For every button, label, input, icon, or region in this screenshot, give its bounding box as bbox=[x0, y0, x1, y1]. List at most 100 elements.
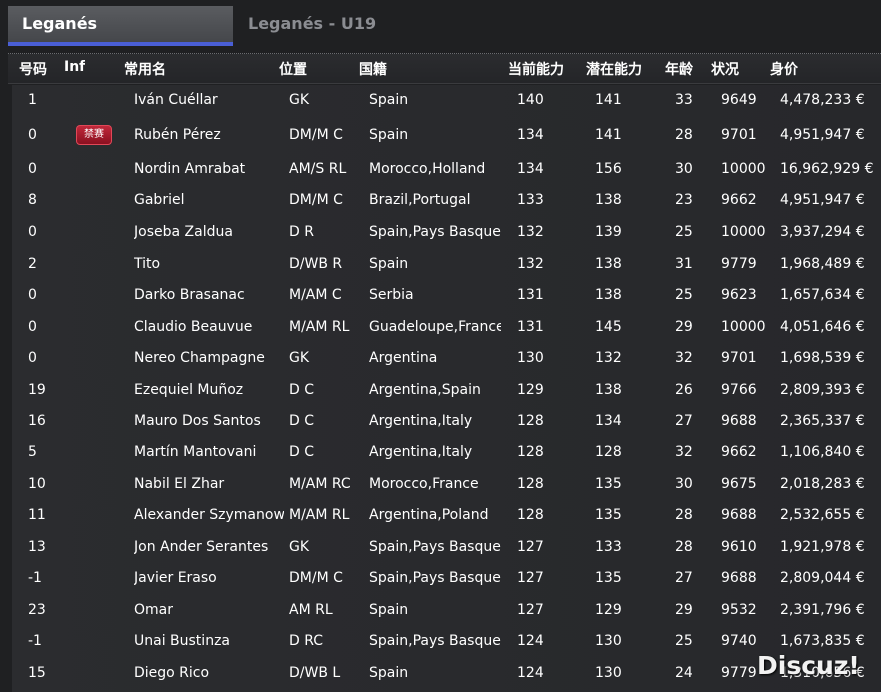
cell-nationality: Morocco,France bbox=[369, 476, 479, 492]
cell-name: Darko Brasanac bbox=[134, 287, 245, 303]
cell-potential-ability: 135 bbox=[595, 476, 622, 492]
table-row[interactable]: -1 Unai Bustinza D RC Spain,Pays Basque 124 1… bbox=[12, 626, 881, 657]
cell-condition: 9662 bbox=[721, 192, 757, 208]
table-row[interactable]: 15 Diego Rico D/WB L Spain 124 130 24 9779 1,310… bbox=[12, 658, 881, 689]
cell-number: 0 bbox=[28, 350, 37, 366]
cell-value: 4,951,947 € bbox=[780, 192, 865, 208]
cell-position: GK bbox=[289, 92, 310, 108]
cell-name: Claudio Beauvue bbox=[134, 319, 253, 335]
table-row[interactable]: 0 Darko Brasanac M/AM C Serbia 131 138 25 9623 1… bbox=[12, 280, 881, 311]
cell-value: 1,673,835 € bbox=[780, 633, 865, 649]
table-row[interactable]: 0 Rubén Pérez DM/M C Spain 134 141 28 9701 4,951… bbox=[12, 120, 881, 151]
cell-current-ability: 124 bbox=[517, 633, 544, 649]
cell-value: 3,937,294 € bbox=[780, 224, 865, 240]
table-row[interactable]: 0 Joseba Zaldua D R Spain,Pays Basque 132 139… bbox=[12, 217, 881, 248]
table-row[interactable]: 19 Ezequiel Muñoz D C Argentina,Spain 129 138… bbox=[12, 375, 881, 406]
cell-potential-ability: 130 bbox=[595, 633, 622, 649]
cell-potential-ability: 129 bbox=[595, 602, 622, 618]
cell-condition: 10000 bbox=[721, 224, 766, 240]
cell-potential-ability: 138 bbox=[595, 382, 622, 398]
cell-value: 2,809,393 € bbox=[780, 382, 865, 398]
column-header-nationality[interactable]: 国籍 bbox=[359, 59, 387, 79]
cell-value: 4,051,646 € bbox=[780, 319, 865, 335]
cell-potential-ability: 138 bbox=[595, 256, 622, 272]
table-row[interactable]: 10 Nabil El Zhar M/AM RC Morocco,France 128 1… bbox=[12, 469, 881, 500]
column-header-position[interactable]: 位置 bbox=[279, 59, 307, 79]
cell-name: Omar bbox=[134, 602, 173, 618]
cell-number: -1 bbox=[28, 633, 42, 649]
cell-condition: 9701 bbox=[721, 350, 757, 366]
cell-position: M/AM RL bbox=[289, 507, 350, 523]
table-row[interactable]: 2 Tito D/WB R Spain 132 138 31 9779 1,968,489 € bbox=[12, 249, 881, 280]
cell-age: 33 bbox=[675, 92, 693, 108]
cell-name: Joseba Zaldua bbox=[134, 224, 233, 240]
column-header-condition[interactable]: 状况 bbox=[711, 59, 739, 79]
cell-potential-ability: 130 bbox=[595, 665, 622, 681]
cell-current-ability: 128 bbox=[517, 507, 544, 523]
cell-current-ability: 127 bbox=[517, 539, 544, 555]
cell-condition: 9675 bbox=[721, 476, 757, 492]
cell-potential-ability: 139 bbox=[595, 224, 622, 240]
cell-condition: 9623 bbox=[721, 287, 757, 303]
table-row[interactable]: 11 Alexander Szymanowski M/AM RL Argentina,… bbox=[12, 500, 881, 531]
cell-position: DM/M C bbox=[289, 192, 343, 208]
tab-bar: Leganés Leganés - U19 bbox=[0, 0, 881, 52]
cell-condition: 9532 bbox=[721, 602, 757, 618]
cell-current-ability: 130 bbox=[517, 350, 544, 366]
cell-position: M/AM RC bbox=[289, 476, 351, 492]
cell-current-ability: 134 bbox=[517, 127, 544, 143]
cell-current-ability: 131 bbox=[517, 287, 544, 303]
column-header-potential-ability[interactable]: 潜在能力 bbox=[586, 59, 642, 79]
cell-age: 26 bbox=[675, 382, 693, 398]
cell-potential-ability: 134 bbox=[595, 413, 622, 429]
table-row[interactable]: -1 Javier Eraso DM/M C Spain,Pays Basque 127… bbox=[12, 563, 881, 594]
table-row[interactable]: 16 Mauro Dos Santos D C Argentina,Italy 128 1… bbox=[12, 406, 881, 437]
cell-position: D R bbox=[289, 224, 314, 240]
column-header-current-ability[interactable]: 当前能力 bbox=[508, 59, 564, 79]
cell-name: Jon Ander Serantes bbox=[134, 539, 269, 555]
column-header-name[interactable]: 常用名 bbox=[124, 59, 166, 79]
cell-nationality: Spain bbox=[369, 602, 409, 618]
cell-condition: 9740 bbox=[721, 633, 757, 649]
table-row[interactable]: 1 Iván Cuéllar GK Spain 140 141 33 9649 4,478,23… bbox=[12, 85, 881, 116]
cell-nationality: Argentina,Italy bbox=[369, 444, 473, 460]
column-header-age[interactable]: 年龄 bbox=[665, 59, 693, 79]
cell-current-ability: 132 bbox=[517, 224, 544, 240]
cell-condition: 9688 bbox=[721, 413, 757, 429]
tab-leganes-u19[interactable]: Leganés - U19 bbox=[234, 6, 534, 46]
cell-nationality: Argentina,Italy bbox=[369, 413, 473, 429]
table-row[interactable]: 0 Nordin Amrabat AM/S RL Morocco,Holland 134… bbox=[12, 154, 881, 185]
tab-leganes[interactable]: Leganés bbox=[8, 6, 233, 46]
cell-position: M/AM RL bbox=[289, 319, 350, 335]
cell-name: Martín Mantovani bbox=[134, 444, 257, 460]
table-row[interactable]: 0 Claudio Beauvue M/AM RL Guadeloupe,France… bbox=[12, 312, 881, 343]
cell-number: 2 bbox=[28, 256, 37, 272]
table-row[interactable]: 23 Omar AM RL Spain 127 129 29 9532 2,391,796 € bbox=[12, 595, 881, 626]
cell-current-ability: 128 bbox=[517, 476, 544, 492]
cell-current-ability: 133 bbox=[517, 192, 544, 208]
cell-name: Nabil El Zhar bbox=[134, 476, 225, 492]
table-row[interactable]: 0 Nereo Champagne GK Argentina 130 132 32 9701 1… bbox=[12, 343, 881, 374]
cell-value: 1,106,840 € bbox=[780, 444, 865, 460]
cell-value: 2,532,655 € bbox=[780, 507, 865, 523]
cell-name: Nereo Champagne bbox=[134, 350, 265, 366]
player-table-body: 1 Iván Cuéllar GK Spain 140 141 33 9649 4,478,23… bbox=[12, 85, 881, 692]
cell-current-ability: 132 bbox=[517, 256, 544, 272]
cell-position: D/WB R bbox=[289, 256, 343, 272]
suspended-badge[interactable]: 禁赛 bbox=[76, 125, 112, 145]
column-header-value[interactable]: 身价 bbox=[770, 59, 798, 79]
cell-nationality: Spain,Pays Basque bbox=[369, 539, 501, 555]
cell-current-ability: 129 bbox=[517, 382, 544, 398]
table-row[interactable]: 13 Jon Ander Serantes GK Spain,Pays Basque 1… bbox=[12, 532, 881, 563]
cell-age: 28 bbox=[675, 507, 693, 523]
cell-number: -1 bbox=[28, 570, 42, 586]
column-header-number[interactable]: 号码 bbox=[19, 59, 47, 79]
cell-potential-ability: 156 bbox=[595, 161, 622, 177]
column-header-inf[interactable]: Inf bbox=[64, 59, 85, 75]
table-row[interactable]: 5 Martín Mantovani D C Argentina,Italy 128 12… bbox=[12, 437, 881, 468]
cell-number: 23 bbox=[28, 602, 46, 618]
cell-nationality: Argentina,Poland bbox=[369, 507, 489, 523]
cell-name: Tito bbox=[134, 256, 161, 272]
table-row[interactable]: 8 Gabriel DM/M C Brazil,Portugal 133 138 23 966… bbox=[12, 185, 881, 216]
cell-number: 15 bbox=[28, 665, 46, 681]
